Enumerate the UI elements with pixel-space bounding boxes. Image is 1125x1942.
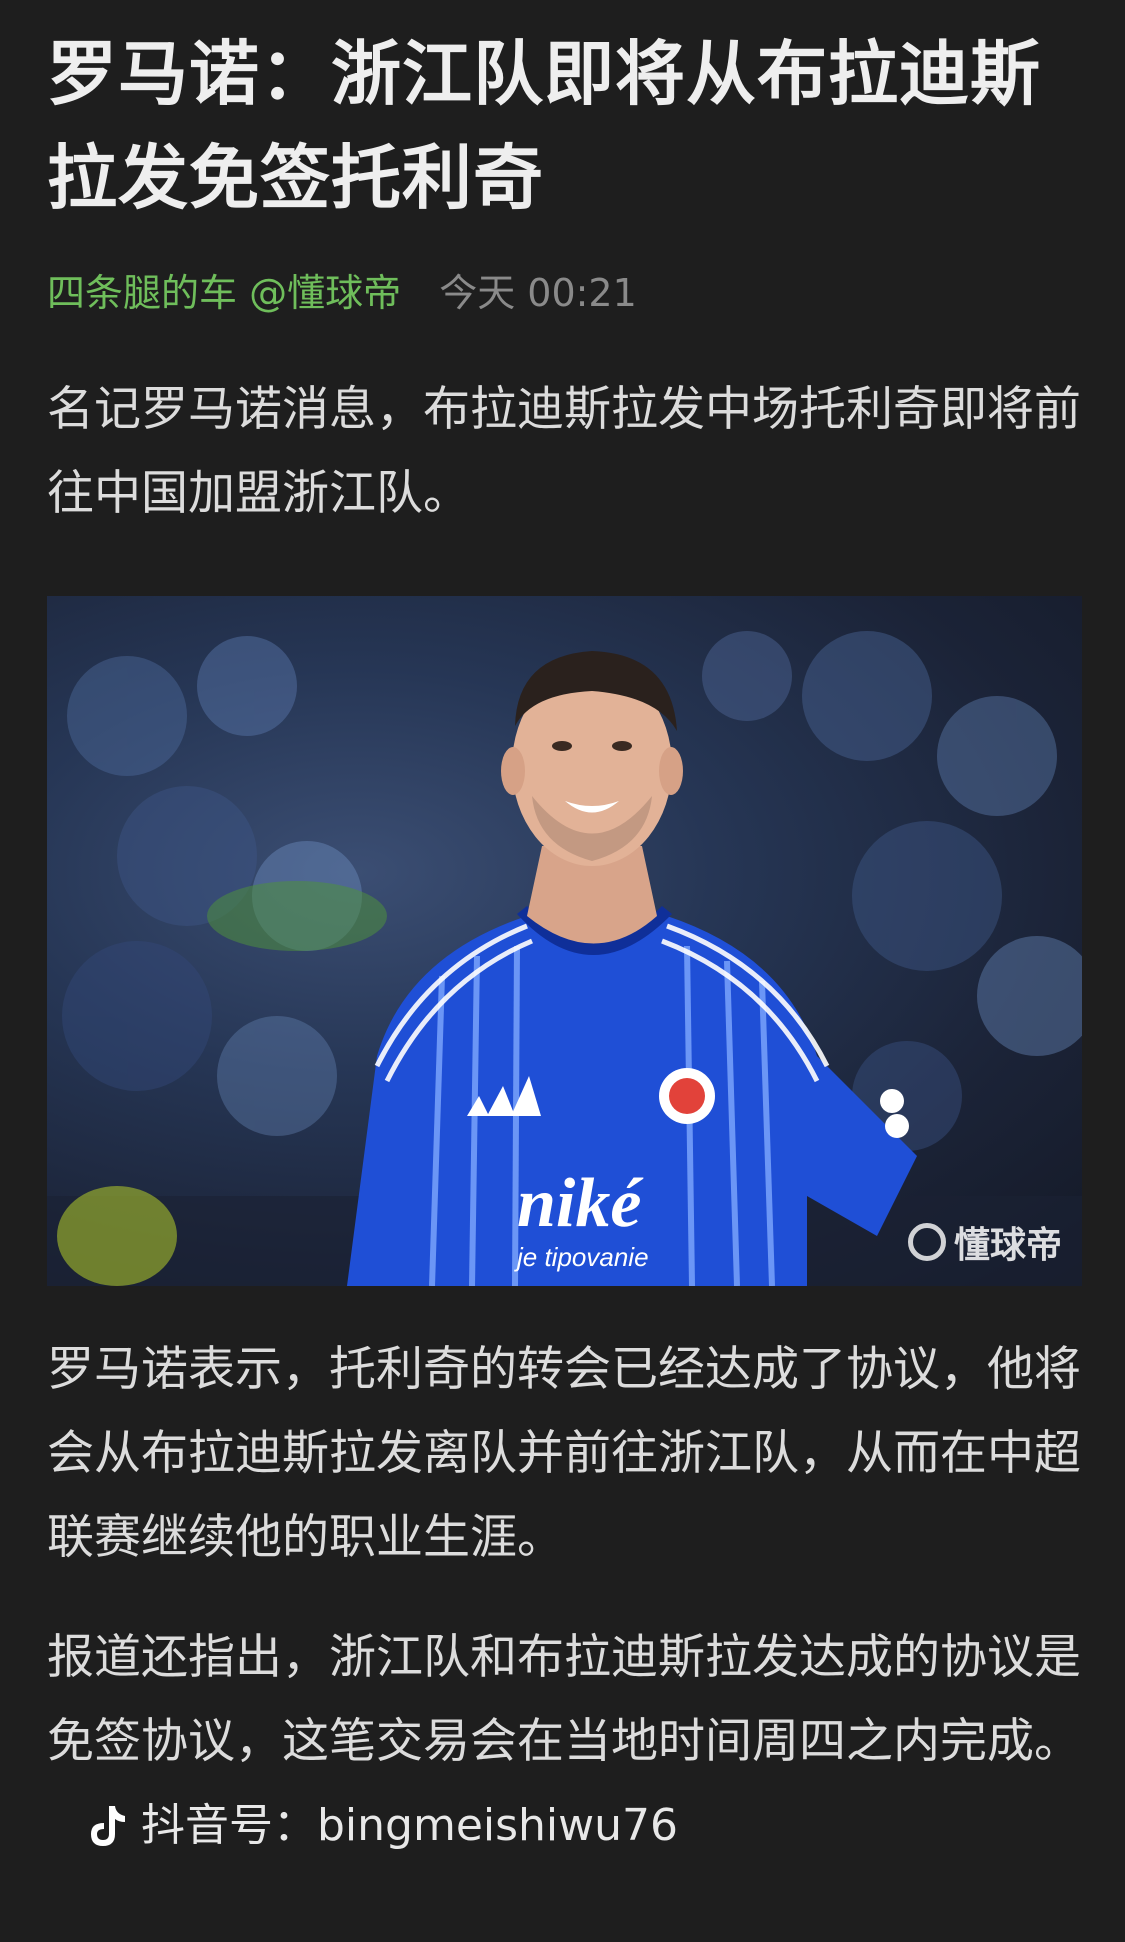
paragraph-3: 报道还指出，浙江队和布拉迪斯拉发达成的协议是免签协议，这笔交易会在当地时间周四之… — [47, 1616, 1082, 1875]
douyin-id: 抖音号：bingmeishiwu76 — [87, 1784, 678, 1868]
watermark-text: 懂球帝 — [953, 1225, 1062, 1266]
player-illustration: niké je tipovanie — [47, 631, 1082, 1286]
dongqiudi-logo-icon — [907, 1223, 946, 1261]
article-title: 罗马诺：浙江队即将从布拉迪斯拉发免签托利奇 — [47, 33, 1041, 219]
paragraph-2: 罗马诺表示，托利奇的转会已经达成了协议，他将会从布拉迪斯拉发离队并前往浙江队，从… — [47, 1342, 1081, 1565]
paragraph-3-text: 报道还指出，浙江队和布拉迪斯拉发达成的协议是免签协议，这笔交易会在当地时间周四之… — [47, 1630, 1081, 1769]
article-meta: 四条腿的车 @懂球帝 今天 00:21 — [47, 268, 1082, 318]
publish-time: 今天 00:21 — [439, 271, 637, 315]
watermark: 懂球帝 — [907, 1216, 1062, 1268]
article-photo[interactable]: niké je tipovanie 懂球帝 — [47, 596, 1082, 1286]
jersey-sponsor-sub: je tipovanie — [514, 1242, 649, 1272]
jersey-sponsor: niké — [517, 1165, 644, 1242]
paragraph-1: 名记罗马诺消息，布拉迪斯拉发中场托利奇即将前往中国加盟浙江队。 — [47, 382, 1081, 521]
author-link[interactable]: 四条腿的车 @懂球帝 — [47, 271, 401, 315]
douyin-label: 抖音号：bingmeishiwu76 — [141, 1800, 679, 1851]
tiktok-icon — [91, 1806, 125, 1846]
article: 罗马诺：浙江队即将从布拉迪斯拉发免签托利奇 四条腿的车 @懂球帝 今天 00:2… — [47, 0, 1082, 1875]
